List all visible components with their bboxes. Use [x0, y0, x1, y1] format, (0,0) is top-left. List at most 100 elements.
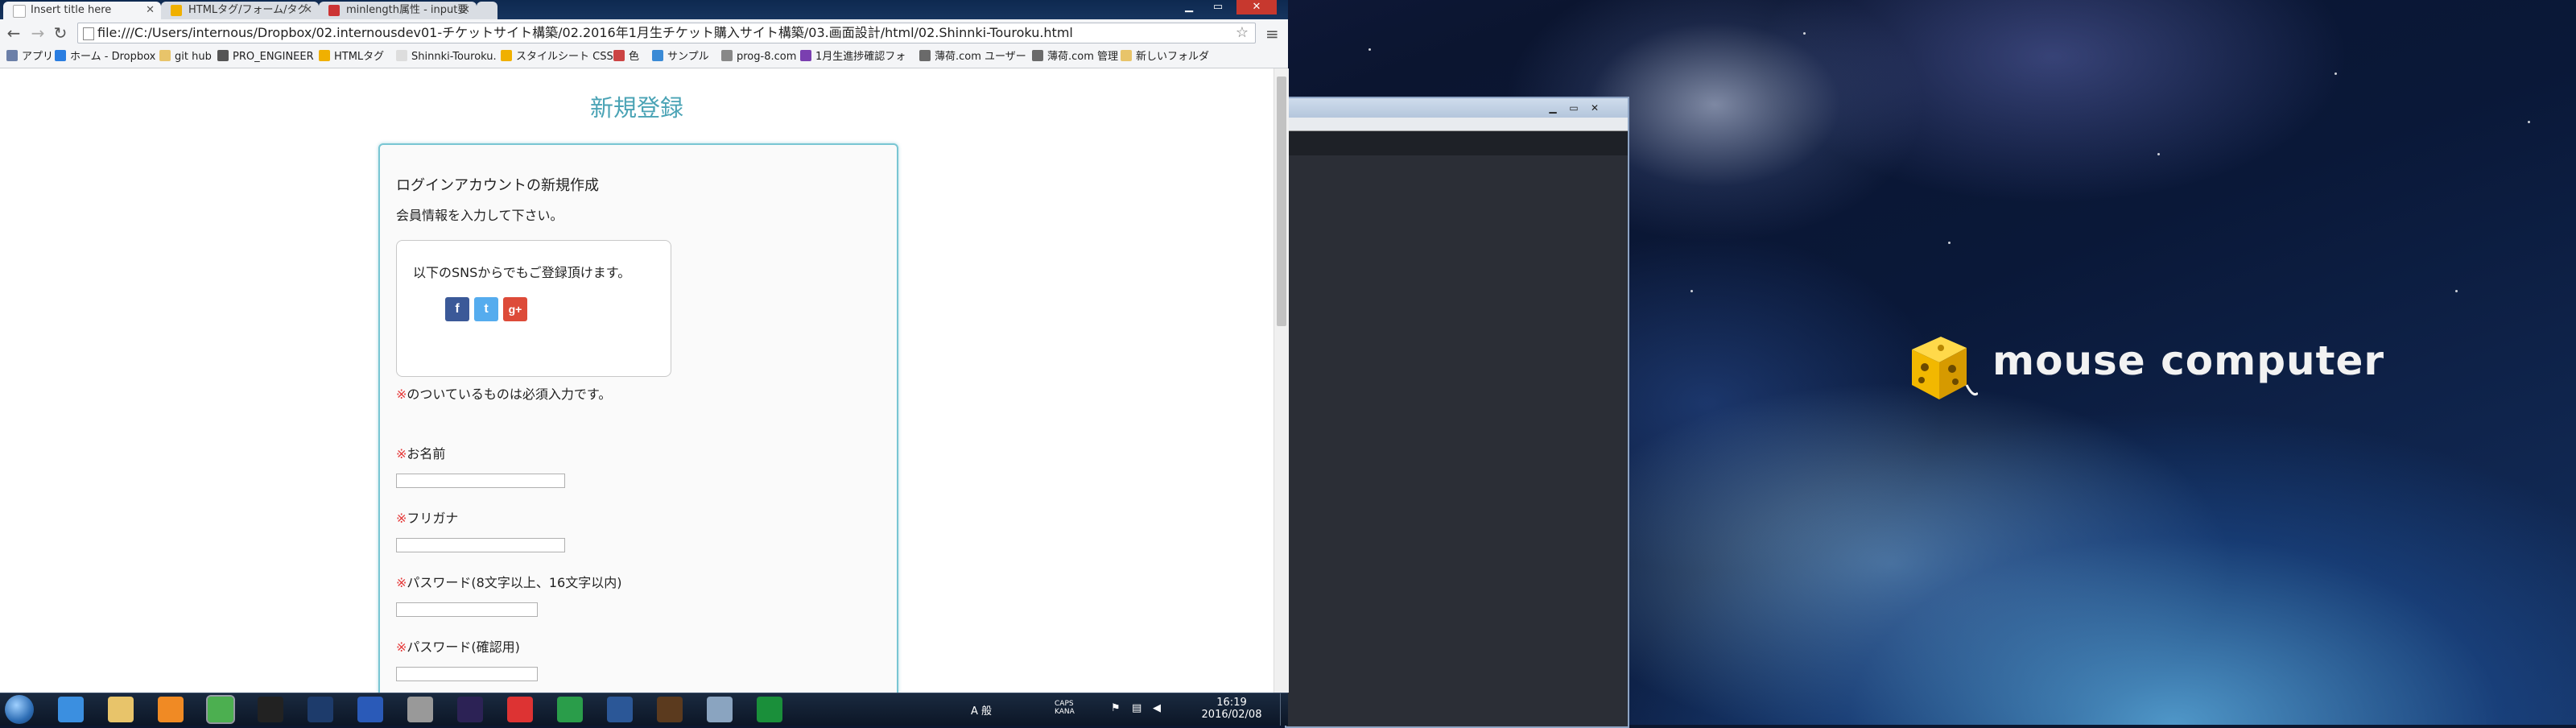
bookmark-1[interactable]: ホーム - Dropbox — [55, 50, 155, 64]
photo-app-icon[interactable] — [657, 697, 683, 722]
bookmark-icon — [501, 50, 512, 61]
bookmark-icon — [613, 50, 625, 61]
close-icon[interactable]: ✕ — [303, 2, 312, 19]
maximize-icon[interactable]: ▭ — [1565, 101, 1583, 114]
bookmark-icon — [217, 50, 229, 61]
internet-explorer-icon[interactable] — [58, 697, 84, 722]
bookmark-icon — [1121, 50, 1132, 61]
reload-icon[interactable]: ↻ — [52, 24, 69, 42]
bookmark-icon — [159, 50, 171, 61]
url-text: file:///C:/Users/internous/Dropbox/02.in… — [97, 25, 1073, 40]
scrollbar-thumb[interactable] — [1277, 77, 1286, 326]
bookmark-icon — [1032, 50, 1043, 61]
bookmark-12[interactable]: 薄荷.com 管理 — [1032, 50, 1118, 64]
site-icon — [171, 5, 182, 16]
bookmark-label: アプリ — [22, 51, 54, 63]
google-plus-icon[interactable]: g+ — [503, 297, 527, 321]
mouse-computer-logo: mouse computer — [1904, 332, 2384, 406]
chrome-icon[interactable] — [206, 695, 235, 724]
bookmark-label: prog-8.com — [737, 51, 797, 63]
show-desktop-button[interactable] — [1280, 693, 1289, 726]
bookmark-label: PRO_ENGINEER — [233, 51, 314, 63]
minimize-icon[interactable]: ▁ — [1544, 101, 1562, 114]
bookmark-13[interactable]: 新しいフォルダ — [1121, 50, 1209, 64]
forward-icon[interactable]: → — [29, 24, 47, 42]
background-app-window[interactable]: ▁ ▭ ✕ — [1285, 97, 1629, 728]
star-icon[interactable]: ☆ — [1236, 23, 1249, 43]
bookmark-icon — [55, 50, 66, 61]
facebook-icon[interactable]: f — [445, 297, 469, 321]
tab-minlength[interactable]: minlength属性 - input要 ✕ — [319, 2, 477, 19]
close-icon[interactable]: ✕ — [1586, 101, 1604, 114]
folder-app-icon[interactable] — [707, 697, 733, 722]
network-icon[interactable]: ▤ — [1132, 702, 1141, 714]
minimize-icon[interactable]: ▁ — [1177, 0, 1201, 14]
star — [2528, 121, 2530, 123]
start-button[interactable] — [5, 695, 34, 724]
clock-time: 16:19 — [1216, 697, 1247, 709]
terminal-icon[interactable] — [308, 697, 333, 722]
bookmark-label: サンプル — [667, 51, 709, 63]
system-clock[interactable]: 16:19 2016/02/08 — [1199, 697, 1264, 721]
browser-toolbar: ← → ↻ file:///C:/Users/internous/Dropbox… — [0, 19, 1288, 47]
console-icon[interactable] — [258, 697, 283, 722]
ac-app-icon[interactable] — [357, 697, 383, 722]
field-label-name: ※お名前 — [396, 443, 445, 462]
required-mark: ※ — [396, 446, 407, 461]
flag-icon[interactable]: ⚑ — [1111, 702, 1121, 714]
password-input[interactable] — [396, 602, 538, 617]
close-icon[interactable]: ✕ — [146, 2, 155, 19]
close-icon[interactable]: ✕ — [461, 2, 470, 19]
bookmark-11[interactable]: 薄荷.com ユーザー — [919, 50, 1026, 64]
bookmark-label: スタイルシート CSS — [516, 51, 613, 63]
star — [1368, 48, 1371, 51]
bookmark-5[interactable]: Shinnki-Touroku. — [396, 50, 497, 64]
s-app-icon[interactable] — [757, 697, 782, 722]
bookmark-8[interactable]: サンプル — [652, 50, 709, 64]
volume-icon[interactable]: ◀ — [1153, 702, 1161, 714]
green-app-icon[interactable] — [557, 697, 583, 722]
ime-indicator[interactable]: A 般 — [971, 702, 992, 718]
bookmark-4[interactable]: HTMLタグ — [319, 50, 384, 64]
window-titlebar[interactable]: ▁ ▭ ✕ — [1286, 98, 1628, 118]
back-icon[interactable]: ← — [5, 24, 23, 42]
furigana-input[interactable] — [396, 538, 565, 552]
bookmark-icon — [919, 50, 931, 61]
bookmarks-bar: アプリ ホーム - Dropbox git hub PRO_ENGINEER HTMLタ… — [0, 47, 1288, 68]
bookmark-2[interactable]: git hub — [159, 50, 212, 64]
star — [1948, 242, 1951, 244]
bookmark-10[interactable]: 1月生進捗確認フォ — [800, 50, 906, 64]
red-app-icon[interactable] — [507, 697, 533, 722]
sns-login-box: 以下のSNSからでもご登録頂けます。 f t g+ — [396, 240, 671, 377]
password-confirm-input[interactable] — [396, 667, 538, 681]
bookmark-label: 薄荷.com ユーザー — [935, 51, 1026, 63]
explorer-icon[interactable] — [108, 697, 134, 722]
bookmark-6[interactable]: スタイルシート CSS — [501, 50, 613, 64]
name-input[interactable] — [396, 474, 565, 488]
required-mark: ※ — [396, 511, 407, 526]
address-bar[interactable]: file:///C:/Users/internous/Dropbox/02.in… — [77, 23, 1256, 43]
twitter-icon[interactable]: t — [474, 297, 498, 321]
bookmark-7[interactable]: 色 — [613, 50, 639, 64]
menu-icon[interactable]: ≡ — [1265, 24, 1279, 43]
bookmark-3[interactable]: PRO_ENGINEER — [217, 50, 314, 64]
required-mark: ※ — [396, 387, 407, 402]
media-player-icon[interactable] — [158, 697, 184, 722]
bookmark-0[interactable]: アプリ — [6, 50, 53, 64]
page-title: 新規登録 — [589, 94, 683, 122]
page-scrollbar[interactable] — [1274, 68, 1289, 693]
tab-title: Insert title here — [31, 4, 112, 16]
bookmark-label: Shinnki-Touroku. — [411, 51, 497, 63]
close-icon[interactable]: ✕ — [1236, 0, 1277, 14]
tab-insert-title[interactable]: Insert title here ✕ — [3, 2, 161, 19]
bookmark-9[interactable]: prog-8.com — [721, 50, 796, 64]
form-intro: 会員情報を入力して下さい。 — [396, 208, 564, 223]
tool-app-icon[interactable] — [407, 697, 433, 722]
field-label-text: パスワード(8文字以上、16文字以内) — [407, 575, 622, 590]
maximize-icon[interactable]: ▭ — [1206, 0, 1230, 14]
word-icon[interactable] — [607, 697, 633, 722]
eclipse-icon[interactable] — [457, 697, 483, 722]
tab-html-tag[interactable]: HTMLタグ/フォーム/タグ ✕ — [161, 2, 319, 19]
tab-strip: Insert title here ✕ HTMLタグ/フォーム/タグ ✕ min… — [0, 0, 1288, 19]
new-tab-button[interactable] — [477, 2, 497, 19]
